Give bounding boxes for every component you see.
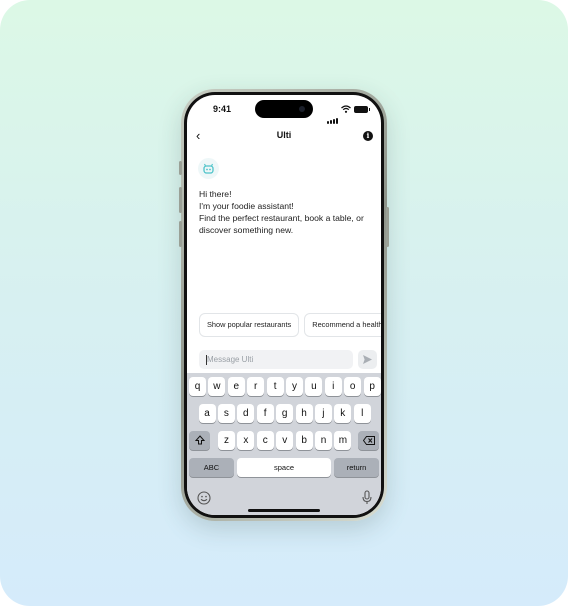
suggestion-chip-healthy[interactable]: Recommend a healthy (304, 313, 381, 337)
key-c[interactable]: c (256, 431, 274, 450)
phone-screen: 9:41 ‹ Ulti i Hi there! I'm your foodie … (187, 95, 381, 515)
key-z[interactable]: z (218, 431, 235, 450)
send-button[interactable] (358, 350, 377, 369)
space-key[interactable]: space (237, 458, 331, 477)
battery-icon (354, 106, 370, 113)
keyboard-row-4: ABC space return (187, 458, 381, 478)
key-y[interactable]: y (286, 377, 303, 396)
delete-key[interactable] (358, 431, 379, 450)
status-bar: 9:41 (187, 95, 381, 124)
key-i[interactable]: i (324, 377, 342, 396)
key-r[interactable]: r (247, 377, 265, 396)
send-icon (363, 355, 372, 364)
background-canvas: 9:41 ‹ Ulti i Hi there! I'm your foodie … (0, 0, 568, 606)
delete-backspace-icon (362, 436, 375, 445)
wifi-icon (341, 105, 351, 113)
camera-icon (299, 106, 305, 112)
key-x[interactable]: x (237, 431, 255, 450)
key-d[interactable]: d (237, 404, 255, 423)
key-f[interactable]: f (256, 404, 274, 423)
cellular-signal-icon (327, 106, 339, 124)
return-key[interactable]: return (334, 458, 379, 477)
key-n[interactable]: n (315, 431, 332, 450)
key-m[interactable]: m (334, 431, 352, 450)
power-button (386, 207, 389, 247)
info-circle-icon[interactable]: i (363, 131, 373, 141)
key-k[interactable]: k (334, 404, 352, 423)
message-line: discover something new. (199, 225, 294, 235)
side-button (179, 161, 182, 175)
message-line: Find the perfect restaurant, book a tabl… (199, 213, 364, 223)
status-time: 9:41 (213, 104, 232, 114)
key-t[interactable]: t (266, 377, 284, 396)
key-b[interactable]: b (295, 431, 313, 450)
assistant-avatar (198, 158, 219, 179)
key-w[interactable]: w (208, 377, 226, 396)
key-h[interactable]: h (295, 404, 313, 423)
suggestion-chips: Show popular restaurants Recommend a heal… (199, 313, 381, 337)
key-p[interactable]: p (363, 377, 381, 396)
shift-key[interactable] (189, 431, 210, 450)
message-line: Hi there! (199, 189, 232, 199)
microphone-icon[interactable] (362, 490, 372, 505)
message-line: I'm your foodie assistant! (199, 201, 294, 211)
key-s[interactable]: s (217, 404, 235, 423)
key-v[interactable]: v (276, 431, 294, 450)
volume-down-button (179, 221, 182, 247)
key-l[interactable]: l (353, 404, 371, 423)
abc-key[interactable]: ABC (189, 458, 234, 477)
chat-header: ‹ Ulti i (187, 125, 381, 147)
chat-title: Ulti (276, 130, 292, 140)
keyboard-accessory-bar (187, 489, 381, 511)
dynamic-island (255, 100, 313, 118)
key-e[interactable]: e (227, 377, 245, 396)
key-q[interactable]: q (189, 377, 206, 396)
keyboard-row-2: asdfghjkl (187, 404, 381, 424)
robot-icon (203, 163, 214, 174)
home-indicator (248, 509, 320, 512)
message-input[interactable] (199, 350, 353, 369)
keyboard-row-1: qwertyuiop (187, 377, 381, 397)
text-cursor (206, 355, 207, 365)
suggestion-chip-popular[interactable]: Show popular restaurants (199, 313, 300, 337)
keyboard-row-3: zxcvbnm (187, 431, 381, 451)
message-composer (187, 347, 381, 371)
volume-up-button (179, 187, 182, 213)
keyboard: qwertyuiop asdfghjkl zxcvbnm ABC space r… (187, 373, 381, 515)
phone-frame: 9:41 ‹ Ulti i Hi there! I'm your foodie … (179, 89, 389, 521)
key-j[interactable]: j (314, 404, 332, 423)
key-o[interactable]: o (344, 377, 362, 396)
shift-icon (194, 435, 205, 445)
emoji-icon[interactable] (197, 491, 211, 505)
key-g[interactable]: g (276, 404, 294, 423)
key-u[interactable]: u (305, 377, 323, 396)
assistant-message: Hi there! I'm your foodie assistant! Fin… (199, 188, 374, 236)
key-a[interactable]: a (198, 404, 216, 423)
